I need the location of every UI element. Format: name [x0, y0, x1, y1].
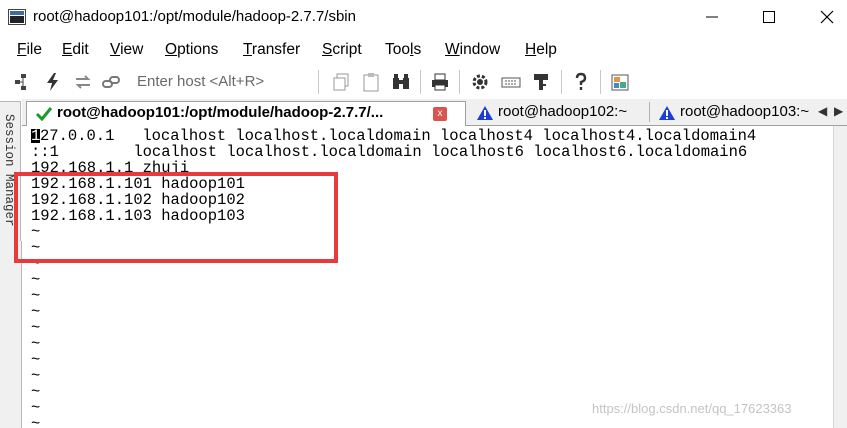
- menu-help[interactable]: Help: [525, 41, 557, 59]
- network-tree-icon: [15, 74, 26, 90]
- terminal-scrollbar[interactable]: [833, 126, 847, 428]
- copy-icon: [333, 73, 349, 91]
- tab-bar: root@hadoop101:/opt/module/hadoop-2.7.7/…: [22, 99, 847, 126]
- minimize-icon: [706, 16, 718, 18]
- tab-label: root@hadoop101:/opt/module/hadoop-2.7.7/…: [57, 104, 384, 121]
- menu-edit[interactable]: Edit: [62, 41, 89, 59]
- close-icon: [820, 10, 834, 24]
- print-button[interactable]: [429, 71, 451, 93]
- toolbar-divider: [561, 70, 562, 94]
- find-button[interactable]: [390, 71, 412, 93]
- printer-icon: [432, 73, 448, 91]
- window-title: root@hadoop101:/opt/module/hadoop-2.7.7/…: [33, 8, 356, 25]
- disconnect-button[interactable]: [100, 71, 122, 93]
- maximize-button[interactable]: [757, 6, 781, 28]
- binoculars-icon: [393, 74, 409, 89]
- reconnect-button[interactable]: [72, 71, 94, 93]
- sftp-button[interactable]: [530, 71, 552, 93]
- menu-transfer[interactable]: Transfer: [243, 41, 300, 59]
- lightning-icon: [47, 73, 58, 91]
- maximize-icon: [763, 11, 775, 23]
- menu-tools[interactable]: Tools: [385, 41, 421, 59]
- highlight-annotation-box: [14, 172, 338, 263]
- tab-hadoop103[interactable]: root@hadoop103:~: [652, 101, 832, 124]
- keymap-button[interactable]: [500, 71, 522, 93]
- terminal-line: ~: [31, 415, 41, 428]
- key-icon: [534, 74, 548, 90]
- toolbar: [0, 64, 847, 98]
- connect-in-tab-button[interactable]: [12, 71, 34, 93]
- terminal-line: ::1 localhost localhost.localdomain loca…: [31, 143, 748, 161]
- menu-file[interactable]: File: [17, 41, 42, 59]
- session-info-button[interactable]: [610, 71, 632, 93]
- keyboard-icon: [501, 77, 521, 88]
- link-icon: [102, 76, 120, 88]
- tab-scroll-left-button[interactable]: ◀: [818, 104, 827, 118]
- terminal-app-icon: [8, 9, 26, 25]
- cursor-char: 1: [31, 127, 41, 145]
- terminal-line: ~: [31, 287, 41, 305]
- menu-window[interactable]: Window: [445, 41, 500, 59]
- menu-bar: File Edit View Options Transfer Script T…: [0, 36, 847, 64]
- warning-icon: [659, 106, 675, 120]
- terminal-line: ~: [31, 303, 41, 321]
- terminal-line: ~: [31, 351, 41, 369]
- paste-icon: [363, 73, 379, 92]
- reconnect-icon: [75, 75, 91, 89]
- tab-scroll-right-button[interactable]: ▶: [834, 104, 843, 118]
- terminal-line: ~: [31, 383, 41, 401]
- session-image-icon: [611, 74, 629, 91]
- terminal-line: ~: [31, 319, 41, 337]
- quick-connect-button[interactable]: [42, 71, 64, 93]
- title-bar: root@hadoop101:/opt/module/hadoop-2.7.7/…: [0, 0, 847, 36]
- gear-icon: [472, 74, 488, 90]
- menu-view[interactable]: View: [110, 41, 143, 59]
- paste-button[interactable]: [360, 71, 382, 93]
- question-mark-icon: [575, 72, 587, 90]
- tab-label: root@hadoop102:~: [498, 103, 628, 120]
- copy-button[interactable]: [330, 71, 352, 93]
- menu-script[interactable]: Script: [322, 41, 362, 59]
- toolbar-divider: [318, 70, 319, 94]
- session-options-button[interactable]: [469, 71, 491, 93]
- watermark: https://blog.csdn.net/qq_17623363: [592, 401, 792, 416]
- tab-divider: [649, 102, 650, 122]
- terminal-line: ~: [31, 367, 41, 385]
- close-window-button[interactable]: [815, 6, 839, 28]
- tab-hadoop101[interactable]: root@hadoop101:/opt/module/hadoop-2.7.7/…: [26, 101, 466, 126]
- terminal-line: ~: [31, 271, 41, 289]
- warning-icon: [477, 106, 493, 120]
- toolbar-divider: [420, 70, 421, 94]
- terminal-line: 27.0.0.1 localhost localhost.localdomain…: [40, 127, 757, 145]
- menu-options[interactable]: Options: [165, 41, 218, 59]
- tab-close-button[interactable]: x: [433, 107, 447, 121]
- toolbar-divider: [459, 70, 460, 94]
- toolbar-divider: [600, 70, 601, 94]
- terminal-line: ~: [31, 335, 41, 353]
- help-button[interactable]: [570, 71, 592, 93]
- terminal-line: ~: [31, 399, 41, 417]
- checkmark-icon: [35, 107, 53, 122]
- host-input[interactable]: [128, 69, 317, 93]
- session-manager-gutter: [0, 241, 22, 428]
- minimize-button[interactable]: [700, 6, 724, 28]
- tab-label: root@hadoop103:~: [680, 103, 810, 120]
- tab-hadoop102[interactable]: root@hadoop102:~: [470, 101, 646, 124]
